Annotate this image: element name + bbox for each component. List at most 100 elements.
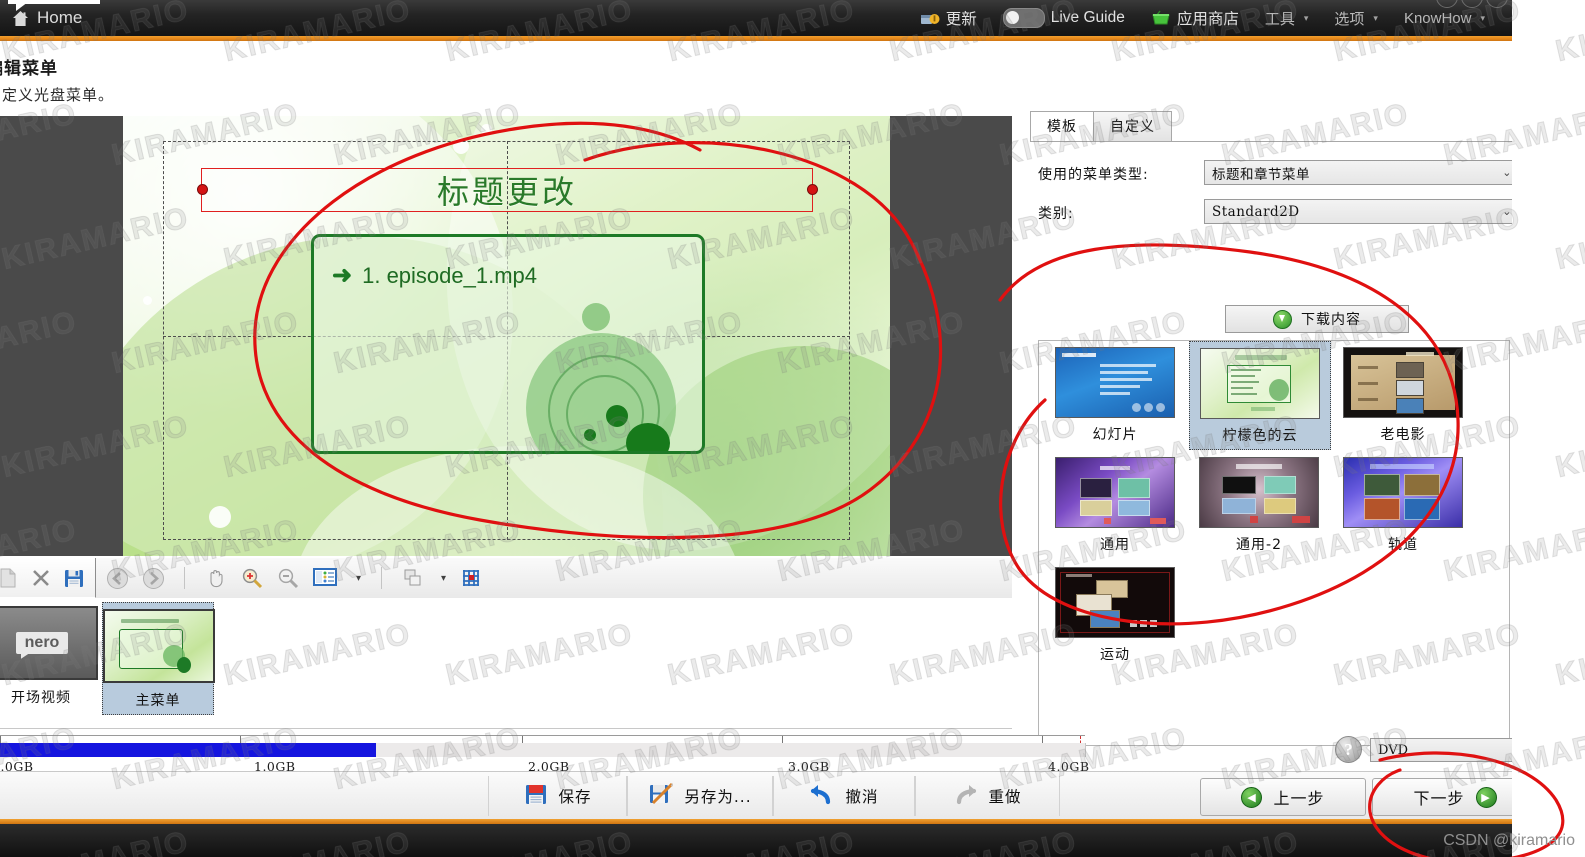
download-icon (1273, 309, 1292, 329)
chevron-down-icon[interactable]: ▾ (441, 573, 446, 584)
template-label: 通用 (1100, 537, 1130, 553)
redo-arrow-icon (952, 782, 978, 810)
category-label: 类别: (1038, 206, 1074, 222)
save-button-label: 保存 (558, 788, 592, 806)
toggle-switch[interactable] (1002, 8, 1045, 28)
template-item-universal[interactable]: 通用 (1045, 457, 1185, 554)
template-thumbnail (1343, 457, 1463, 528)
grid-snap-icon[interactable] (460, 567, 482, 589)
intro-video-thumbnail: nero (0, 606, 98, 680)
disc-capacity-bar: 0.0GB 1.0GB 2.0GB 3.0GB 4.0GB (0, 735, 1089, 774)
zoom-in-icon[interactable] (241, 567, 263, 589)
topbar-item-tools[interactable]: 工具 ▾ (1252, 0, 1322, 36)
disc-menu-background: 标题更改 ➜ 1. episode_1.mp4 (123, 116, 890, 556)
back-icon[interactable] (106, 567, 128, 589)
previous-step-button[interactable]: ◀ 上一步 (1200, 778, 1366, 816)
menu-type-select[interactable]: 标题和章节菜单 ⌄ (1204, 160, 1520, 185)
template-item-slideshow[interactable]: 幻灯片 (1045, 347, 1185, 444)
topbar-item-live-guide[interactable]: Live Guide (990, 0, 1138, 36)
footer-bar (0, 824, 1512, 857)
template-thumbnail (1055, 347, 1175, 418)
topbar-item-label: 更新 (945, 11, 977, 28)
download-content-button[interactable]: 下载内容 (1225, 305, 1409, 333)
tab-templates[interactable]: 模板 (1030, 111, 1094, 142)
file-actions-group (0, 558, 96, 598)
template-label: 幻灯片 (1092, 427, 1138, 443)
template-item-sport[interactable]: 运动 (1045, 567, 1185, 664)
menu-button-item[interactable]: ➜ 1. episode_1.mp4 (332, 263, 537, 289)
category-value: Standard2D (1212, 203, 1300, 220)
hand-pan-icon[interactable] (205, 567, 227, 589)
list-item-label: 开场视频 (11, 690, 71, 706)
template-item-lemon-cloud[interactable]: 柠檬色的云 (1189, 341, 1331, 450)
arrow-right-circle-icon: ▶ (1475, 786, 1497, 808)
update-icon (920, 10, 940, 27)
new-icon[interactable] (0, 567, 19, 589)
undo-button[interactable]: 撤消 (772, 776, 916, 816)
accent-divider (0, 36, 1512, 41)
list-item[interactable]: nero 开场视频 (0, 606, 98, 707)
topbar-item-label: 工具 (1264, 10, 1295, 28)
template-label: 通用-2 (1236, 537, 1282, 553)
nero-logo (8, 0, 100, 4)
background-dot (481, 124, 492, 135)
save-as-button[interactable]: 另存为... (626, 776, 774, 816)
template-grid: 幻灯片 柠檬色的云 老电影 通用 通用-2 轨道 运动 (1038, 340, 1510, 746)
titlebar-right-filler (1512, 0, 1585, 36)
download-content-label: 下载内容 (1301, 312, 1361, 328)
template-item-universal-2[interactable]: 通用-2 (1189, 457, 1329, 554)
chevron-down-icon[interactable]: ▾ (356, 573, 361, 584)
menu-button-group[interactable]: ➜ 1. episode_1.mp4 (311, 234, 705, 454)
editor-toolbar: ▾ ▾ (0, 558, 1012, 599)
menu-preview-canvas[interactable]: 标题更改 ➜ 1. episode_1.mp4 (0, 116, 1012, 556)
template-item-orbit[interactable]: 轨道 (1333, 457, 1473, 554)
chevron-down-icon: ▾ (1373, 12, 1378, 23)
decor-blob (606, 405, 628, 427)
template-label: 柠檬色的云 (1222, 428, 1298, 444)
resize-handle-left[interactable] (197, 184, 208, 195)
template-thumbnail (1055, 567, 1175, 638)
resize-handle-right[interactable] (807, 184, 818, 195)
tab-custom[interactable]: 自定义 (1093, 111, 1172, 142)
floppy-disk-icon (524, 782, 548, 810)
next-step-label: 下一步 (1413, 789, 1465, 808)
home-icon (12, 10, 29, 27)
toolbar-separator (184, 567, 185, 589)
menu-title-object[interactable]: 标题更改 (201, 168, 813, 212)
delete-icon[interactable] (30, 567, 52, 589)
template-thumbnail (1200, 348, 1320, 419)
topbar-item-app-store[interactable]: 应用商店 (1138, 0, 1252, 36)
product-name: Video (112, 0, 181, 1)
template-label: 轨道 (1388, 537, 1418, 553)
list-item[interactable]: 主菜单 (102, 602, 215, 715)
menu-pages-strip: nero 开场视频 主菜单 (0, 598, 1012, 729)
undo-arrow-icon (809, 782, 835, 810)
action-bar: 保存 另存为... 撤消 重做 ◀ 上一步 下一步 ▶ (0, 771, 1538, 820)
zoom-out-icon[interactable] (277, 567, 299, 589)
save-as-icon (648, 782, 674, 810)
page-header: 编辑菜单 自定义光盘菜单。 (0, 46, 1512, 111)
topbar-item-options[interactable]: 选项 ▾ (1321, 0, 1391, 36)
forward-icon[interactable] (142, 567, 164, 589)
arrow-right-icon: ➜ (332, 262, 353, 289)
view-actions-group: ▾ ▾ (106, 558, 482, 598)
app-titlebar: Video Home 更新 (0, 0, 1512, 36)
nero-badge: nero (15, 632, 69, 654)
category-select[interactable]: Standard2D ⌄ (1204, 199, 1520, 224)
help-icon[interactable]: ? (1335, 736, 1362, 763)
panel-body: 使用的菜单类型: 标题和章节菜单 ⌄ 类别: Standard2D ⌄ 下载内容 (1030, 142, 1520, 746)
save-button[interactable]: 保存 (488, 776, 628, 816)
main-menu-thumbnail (103, 609, 215, 683)
topbar-item-knowhow[interactable]: KnowHow ▾ (1391, 0, 1498, 36)
menu-title-text: 标题更改 (436, 173, 577, 211)
arrange-objects-icon[interactable] (402, 567, 424, 589)
home-button[interactable]: Home (12, 8, 82, 28)
zoom-preset-icon[interactable] (313, 567, 339, 589)
capacity-track (0, 743, 1086, 757)
template-label: 老电影 (1380, 427, 1426, 443)
redo-button[interactable]: 重做 (914, 776, 1060, 816)
topbar-item-update[interactable]: 更新 (908, 0, 990, 36)
save-icon[interactable] (63, 567, 85, 589)
template-item-old-movie[interactable]: 老电影 (1333, 347, 1473, 444)
template-thumbnail (1199, 457, 1319, 528)
